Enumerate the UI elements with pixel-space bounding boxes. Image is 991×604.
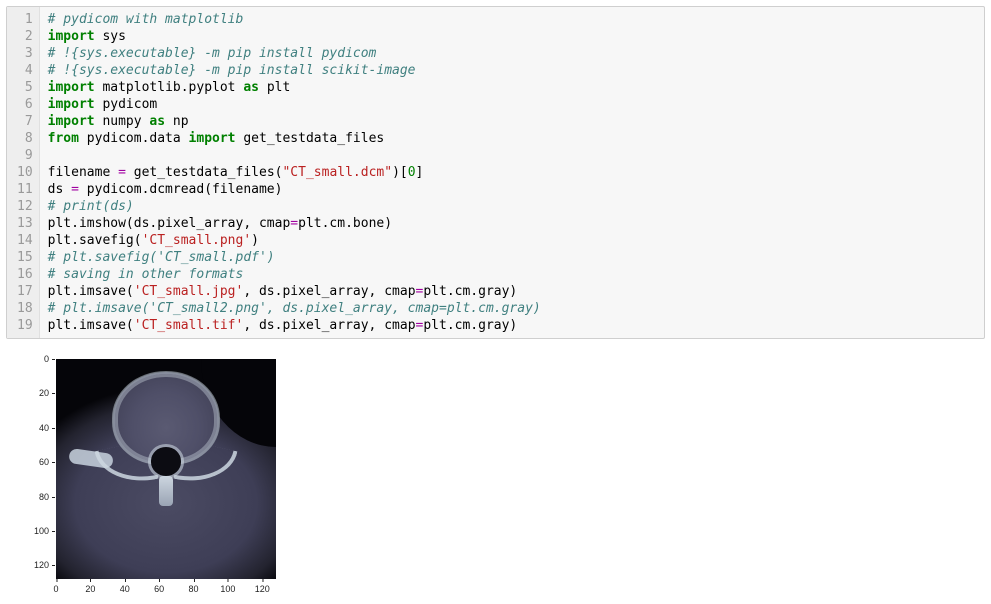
line-number: 3 bbox=[17, 45, 33, 62]
code-line[interactable]: plt.imshow(ds.pixel_array, cmap=plt.cm.b… bbox=[48, 215, 976, 232]
code-line[interactable]: plt.imsave('CT_small.jpg', ds.pixel_arra… bbox=[48, 283, 976, 300]
code-line[interactable]: # print(ds) bbox=[48, 198, 976, 215]
code-line[interactable]: # !{sys.executable} -m pip install sciki… bbox=[48, 62, 976, 79]
line-number: 9 bbox=[17, 147, 33, 164]
x-tick-label: 80 bbox=[188, 581, 198, 594]
line-number: 14 bbox=[17, 232, 33, 249]
y-axis-ticks: 020406080100120 bbox=[10, 359, 52, 579]
line-number: 7 bbox=[17, 113, 33, 130]
code-line[interactable]: # plt.savefig('CT_small.pdf') bbox=[48, 249, 976, 266]
line-number: 13 bbox=[17, 215, 33, 232]
code-line[interactable]: import pydicom bbox=[48, 96, 976, 113]
code-line[interactable]: from pydicom.data import get_testdata_fi… bbox=[48, 130, 976, 147]
line-number: 11 bbox=[17, 181, 33, 198]
x-axis-ticks: 0 20 40 60 80 100 120 bbox=[56, 581, 276, 595]
code-line[interactable]: plt.savefig('CT_small.png') bbox=[48, 232, 976, 249]
y-tick-label: 100 bbox=[34, 526, 52, 536]
y-tick-label: 40 bbox=[39, 423, 52, 433]
code-line[interactable]: import matplotlib.pyplot as plt bbox=[48, 79, 976, 96]
line-number: 4 bbox=[17, 62, 33, 79]
line-number: 6 bbox=[17, 96, 33, 113]
line-number: 1 bbox=[17, 11, 33, 28]
line-number: 12 bbox=[17, 198, 33, 215]
code-line[interactable]: import numpy as np bbox=[48, 113, 976, 130]
line-number: 19 bbox=[17, 317, 33, 334]
code-cell[interactable]: 12345678910111213141516171819 # pydicom … bbox=[6, 6, 985, 339]
code-line[interactable]: import sys bbox=[48, 28, 976, 45]
code-line[interactable]: plt.imsave('CT_small.tif', ds.pixel_arra… bbox=[48, 317, 976, 334]
y-tick-label: 80 bbox=[39, 492, 52, 502]
x-tick-label: 40 bbox=[120, 581, 130, 594]
plot-image bbox=[56, 359, 276, 579]
line-number: 8 bbox=[17, 130, 33, 147]
line-number: 10 bbox=[17, 164, 33, 181]
code-editor[interactable]: # pydicom with matplotlibimport sys# !{s… bbox=[40, 7, 984, 338]
code-line[interactable]: filename = get_testdata_files("CT_small.… bbox=[48, 164, 976, 181]
line-number: 17 bbox=[17, 283, 33, 300]
line-number: 18 bbox=[17, 300, 33, 317]
x-tick-label: 20 bbox=[85, 581, 95, 594]
code-line[interactable]: # pydicom with matplotlib bbox=[48, 11, 976, 28]
x-tick-label: 100 bbox=[220, 581, 235, 594]
line-number: 5 bbox=[17, 79, 33, 96]
output-plot: 0 20 40 60 80 100 120 0 20 40 60 80 100 120 bbox=[10, 353, 285, 598]
y-tick-label: 60 bbox=[39, 457, 52, 467]
x-tick-label: 0 bbox=[53, 581, 58, 594]
line-number-gutter: 12345678910111213141516171819 bbox=[7, 7, 40, 338]
y-tick-label: 120 bbox=[34, 560, 52, 570]
x-tick-label: 60 bbox=[154, 581, 164, 594]
line-number: 15 bbox=[17, 249, 33, 266]
code-line[interactable]: # saving in other formats bbox=[48, 266, 976, 283]
code-line[interactable] bbox=[48, 147, 976, 164]
code-line[interactable]: # plt.imsave('CT_small2.png', ds.pixel_a… bbox=[48, 300, 976, 317]
line-number: 16 bbox=[17, 266, 33, 283]
line-number: 2 bbox=[17, 28, 33, 45]
y-tick-label: 0 bbox=[44, 354, 52, 364]
code-line[interactable]: # !{sys.executable} -m pip install pydic… bbox=[48, 45, 976, 62]
y-tick-label: 20 bbox=[39, 388, 52, 398]
code-line[interactable]: ds = pydicom.dcmread(filename) bbox=[48, 181, 976, 198]
x-tick-label: 120 bbox=[255, 581, 270, 594]
